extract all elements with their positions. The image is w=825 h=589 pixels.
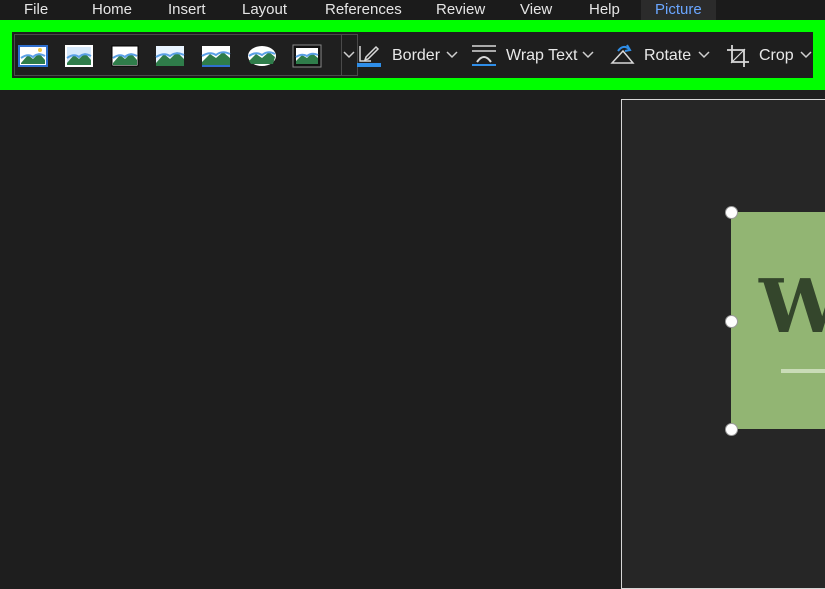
wrap-text-icon <box>471 43 497 69</box>
menu-insert[interactable]: Insert <box>168 0 206 20</box>
rotate-button[interactable]: Rotate <box>609 34 713 76</box>
picture-text: W <box>759 264 825 350</box>
menu-home[interactable]: Home <box>92 0 132 20</box>
wrap-text-label: Wrap Text <box>506 47 578 64</box>
crop-icon <box>725 43 751 69</box>
rotate-icon <box>609 43 635 69</box>
crop-label: Crop <box>759 47 794 64</box>
border-button[interactable]: Border <box>356 34 460 76</box>
chevron-down-icon <box>343 51 355 59</box>
picture-style-5[interactable] <box>201 44 231 68</box>
menu-layout[interactable]: Layout <box>242 0 287 20</box>
menu-picture[interactable]: Picture <box>641 0 716 20</box>
menu-help[interactable]: Help <box>589 0 620 20</box>
menu-view[interactable]: View <box>520 0 552 20</box>
picture-style-6[interactable] <box>247 44 277 68</box>
menu-bar: File Home Insert Layout References Revie… <box>0 0 825 20</box>
chevron-down-icon <box>800 51 812 59</box>
picture-style-2[interactable] <box>64 44 94 68</box>
resize-handle-top-left[interactable] <box>725 206 738 219</box>
chevron-down-icon <box>446 51 458 59</box>
menu-references[interactable]: References <box>325 0 402 20</box>
border-label: Border <box>392 47 441 64</box>
picture-divider <box>781 369 825 373</box>
resize-handle-bottom-left[interactable] <box>725 423 738 436</box>
rotate-label: Rotate <box>644 47 692 64</box>
selected-picture[interactable]: W <box>731 212 825 429</box>
chevron-down-icon <box>698 51 710 59</box>
menu-file[interactable]: File <box>24 0 48 20</box>
picture-style-7[interactable] <box>292 44 322 68</box>
picture-style-3[interactable] <box>110 44 140 68</box>
wrap-text-button[interactable]: Wrap Text <box>471 34 597 76</box>
crop-button[interactable]: Crop <box>725 34 813 76</box>
border-pen-icon <box>356 43 382 69</box>
chevron-down-icon <box>582 51 594 59</box>
menu-review[interactable]: Review <box>436 0 485 20</box>
picture-ribbon: Border Wrap Text Rotate Crop <box>12 32 813 78</box>
picture-style-4[interactable] <box>155 44 185 68</box>
resize-handle-middle-left[interactable] <box>725 315 738 328</box>
picture-styles-gallery <box>14 34 342 76</box>
picture-style-1[interactable] <box>18 44 48 68</box>
